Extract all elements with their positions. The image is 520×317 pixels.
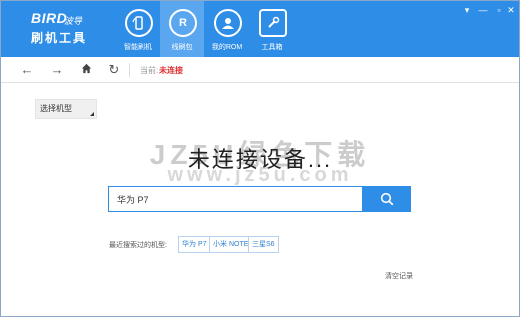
nav-toolbox[interactable]: 工具箱 [250, 1, 294, 57]
package-icon: R [169, 9, 197, 37]
logo-sub: 波导 [64, 16, 83, 26]
connection-status: 未连接 [159, 66, 183, 75]
search-input[interactable] [115, 187, 359, 211]
search-icon [380, 192, 393, 206]
maximize-icon[interactable]: ▫ [493, 4, 505, 16]
recent-searches-label: 最近搜索过的机型: [109, 242, 167, 249]
nav-my-rom[interactable]: 我的ROM [205, 1, 249, 57]
wrench-icon [259, 9, 287, 37]
minimize-icon[interactable]: — [477, 4, 489, 16]
app-window: BIRD 波导 刷机工具 智能刷机 R 线刷包 我的ROM 工具箱 ▾ — ▫ … [0, 0, 520, 317]
menu-dropdown-icon[interactable]: ▾ [461, 4, 473, 16]
header-bar: BIRD 波导 刷机工具 智能刷机 R 线刷包 我的ROM 工具箱 ▾ — ▫ … [1, 1, 519, 57]
logo-brand: BIRD [31, 10, 68, 26]
back-arrow-icon[interactable]: ← [18, 61, 36, 79]
model-select-button[interactable]: 选择机型 [35, 99, 97, 119]
recent-model-chip[interactable]: 小米 NOTE [209, 236, 253, 253]
recent-model-chip[interactable]: 华为 P7 [178, 236, 211, 253]
phone-refresh-icon [125, 9, 153, 37]
forward-arrow-icon[interactable]: → [48, 61, 66, 79]
watermark-url: www.jz5u.com [167, 164, 353, 186]
close-icon[interactable]: ✕ [505, 4, 517, 16]
user-icon [214, 9, 242, 37]
toolbar-divider [129, 63, 130, 77]
corner-arrow-icon [90, 112, 94, 116]
clear-history-link[interactable]: 清空记录 [385, 271, 413, 281]
nav-package[interactable]: R 线刷包 [160, 1, 204, 57]
search-field[interactable] [108, 186, 363, 212]
toolbar: ← → ↻ 当前: 未连接 [1, 58, 519, 83]
home-icon[interactable] [77, 61, 95, 79]
model-select-label: 选择机型 [40, 104, 72, 113]
status-label: 当前: [140, 66, 159, 75]
search-button[interactable] [362, 186, 411, 212]
recent-model-chip[interactable]: 三星S6 [248, 236, 279, 253]
refresh-icon[interactable]: ↻ [105, 61, 123, 79]
nav-toolbox-label: 工具箱 [261, 44, 283, 51]
logo-title: 刷机工具 [31, 31, 88, 45]
package-icon-glyph: R [179, 17, 187, 29]
app-logo: BIRD 波导 刷机工具 [31, 7, 95, 51]
